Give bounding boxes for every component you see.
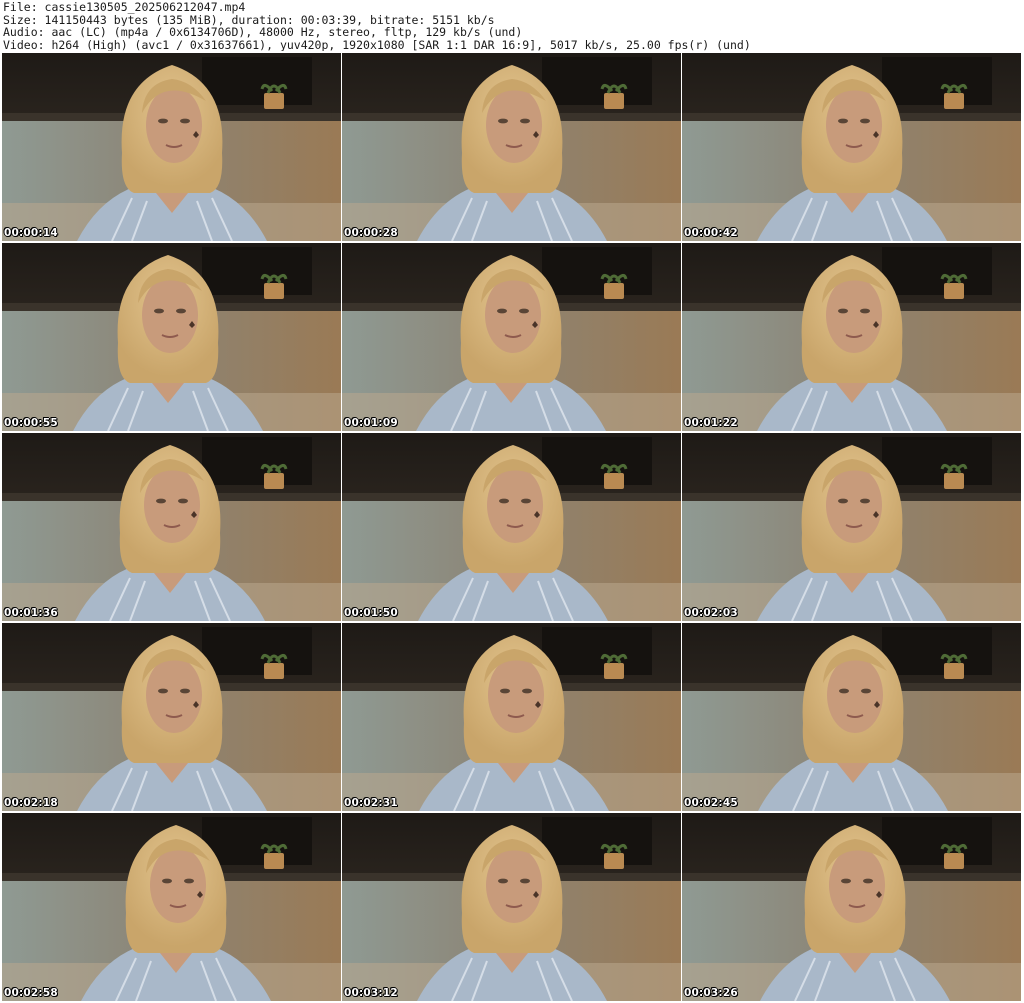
frame-image [2, 623, 341, 811]
frame-image [682, 243, 1021, 431]
frame-image [682, 813, 1021, 1001]
frame-image [2, 433, 341, 621]
audio-info-line: Audio: aac (LC) (mp4a / 0x6134706D), 480… [3, 26, 523, 39]
frame-image [342, 623, 681, 811]
thumbnail-timestamp: 00:00:42 [684, 227, 738, 239]
frame-image [342, 813, 681, 1001]
video-thumbnail: 00:01:50 [342, 433, 681, 621]
video-info-line: Video: h264 (High) (avc1 / 0x31637661), … [3, 38, 751, 51]
file-size-line: Size: 141150443 bytes (135 MiB), duratio… [3, 13, 495, 26]
video-thumbnail: 00:00:55 [2, 243, 341, 431]
thumbnail-timestamp: 00:03:12 [344, 987, 398, 999]
thumbnail-timestamp: 00:00:55 [4, 417, 58, 429]
video-thumbnail: 00:00:28 [342, 53, 681, 241]
frame-image [682, 623, 1021, 811]
frame-image [2, 813, 341, 1001]
frame-image [2, 243, 341, 431]
frame-image [682, 53, 1021, 241]
thumbnail-grid: 00:00:14 00:00:28 00:00:42 00:00:55 00:01:09… [2, 53, 1022, 1003]
frame-image [682, 433, 1021, 621]
thumbnail-timestamp: 00:02:18 [4, 797, 58, 809]
file-name-line: File: cassie130505_202506212047.mp4 [3, 1, 246, 14]
thumbnail-timestamp: 00:02:45 [684, 797, 738, 809]
thumbnail-timestamp: 00:02:58 [4, 987, 58, 999]
thumbnail-timestamp: 00:00:14 [4, 227, 58, 239]
frame-image [2, 53, 341, 241]
video-thumbnail: 00:02:18 [2, 623, 341, 811]
video-thumbnail: 00:03:26 [682, 813, 1021, 1001]
video-thumbnail: 00:01:36 [2, 433, 341, 621]
thumbnail-timestamp: 00:01:09 [344, 417, 398, 429]
video-thumbnail: 00:00:14 [2, 53, 341, 241]
frame-image [342, 53, 681, 241]
frame-image [342, 243, 681, 431]
thumbnail-timestamp: 00:02:03 [684, 607, 738, 619]
frame-image [342, 433, 681, 621]
thumbnail-timestamp: 00:02:31 [344, 797, 398, 809]
video-thumbnail: 00:02:45 [682, 623, 1021, 811]
video-thumbnail: 00:01:22 [682, 243, 1021, 431]
video-thumbnail: 00:00:42 [682, 53, 1021, 241]
thumbnail-timestamp: 00:01:36 [4, 607, 58, 619]
thumbnail-timestamp: 00:03:26 [684, 987, 738, 999]
video-thumbnail: 00:03:12 [342, 813, 681, 1001]
file-info-header: File: cassie130505_202506212047.mp4 Size… [3, 1, 1021, 52]
video-thumbnail: 00:02:58 [2, 813, 341, 1001]
thumbnail-timestamp: 00:00:28 [344, 227, 398, 239]
video-thumbnail: 00:01:09 [342, 243, 681, 431]
video-thumbnail: 00:02:03 [682, 433, 1021, 621]
thumbnail-timestamp: 00:01:22 [684, 417, 738, 429]
video-thumbnail: 00:02:31 [342, 623, 681, 811]
thumbnail-timestamp: 00:01:50 [344, 607, 398, 619]
